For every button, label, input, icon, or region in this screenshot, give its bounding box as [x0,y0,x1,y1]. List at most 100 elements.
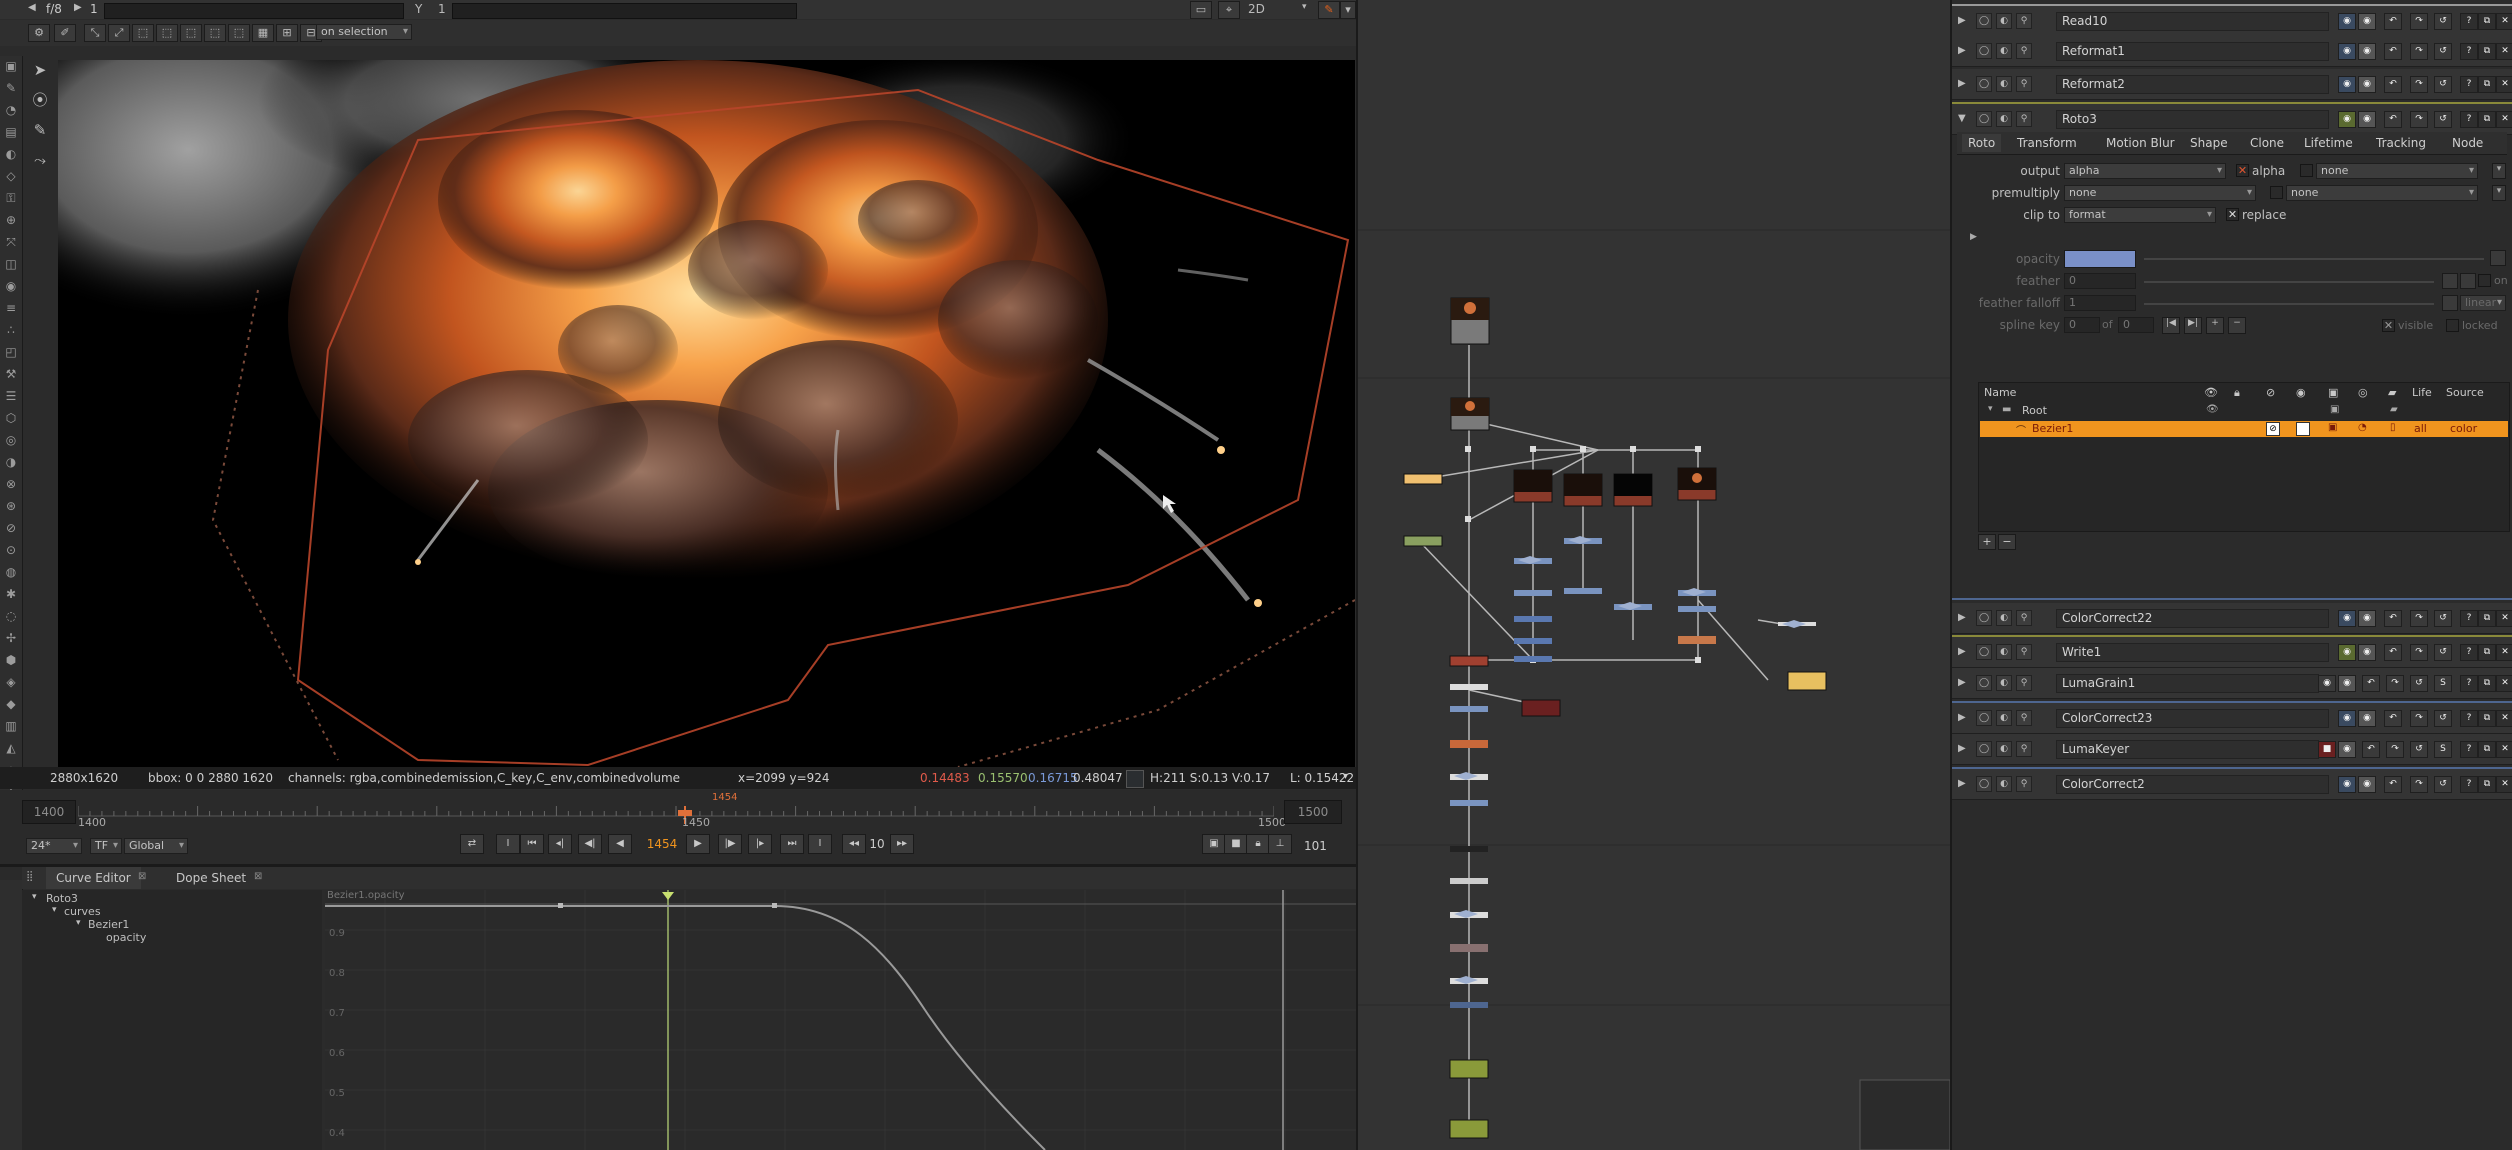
expand-arrow-icon[interactable]: ▼ [1958,113,1966,124]
undo-icon[interactable]: ↶ [2384,644,2402,661]
output-link-icon[interactable]: ▾ [2492,163,2506,179]
float-icon[interactable]: ⧉ [2478,644,2496,661]
info-dropdown-icon[interactable]: ▾ [1343,771,1348,782]
script-icon[interactable]: S [2434,741,2452,758]
proxy-icon[interactable]: ⊥ [1268,834,1292,854]
swatch-icon[interactable]: ◉ [2358,76,2376,93]
redo-icon[interactable]: ↷ [2386,741,2404,758]
help-icon[interactable]: ? [2460,43,2478,60]
roto-tool-8-icon[interactable]: ▦ [252,24,274,42]
redo-icon[interactable]: ↷ [2410,776,2428,793]
tab-tracking[interactable]: Tracking [2376,134,2426,152]
layer-mode-col-icon[interactable]: ◎ [2358,386,2368,399]
feather-anim-icon[interactable] [2442,273,2458,289]
undo-icon[interactable]: ↶ [2384,776,2402,793]
tree-item-bezier1[interactable]: Bezier1 [88,918,129,931]
swatch-icon[interactable]: ◉ [2358,43,2376,60]
swatch-icon[interactable]: ◉ [2338,675,2356,692]
tab-node[interactable]: Node [2452,134,2483,152]
viewer-icon[interactable]: ◉ [2338,13,2356,30]
tab-dope-sheet[interactable]: Dope Sheet [166,867,256,889]
node-row-reformat2[interactable]: ▶ ◯ ◐ ⚲ Reformat2 ◉ ◉ ↶ ↷ ↺ ? ⧉ ✕ [1952,69,2512,100]
viewer-icon[interactable]: ◉ [2318,675,2336,692]
float-panel-icon[interactable]: ◯ [1976,13,1992,29]
float-icon[interactable]: ⧉ [2478,43,2496,60]
node-row-lumakeyer[interactable]: ▶ ◯ ◐ ⚲ LumaKeyer ■ ◉ ↶ ↷ ↺ S ? ⧉ ✕ [1952,734,2512,765]
prev-key-icon[interactable]: |◀ [2162,317,2180,334]
play-backward-icon[interactable]: ◀ [608,834,632,854]
select-tool-icon[interactable]: ➤ [30,60,50,80]
help-icon[interactable]: ? [2460,644,2478,661]
undo-icon[interactable]: ↶ [2362,675,2380,692]
revert-icon[interactable]: ↺ [2410,675,2428,692]
viewer-curve-divider[interactable] [0,864,1356,867]
node-color-icon[interactable]: ◐ [1996,675,2012,691]
redo-icon[interactable]: ↷ [2410,644,2428,661]
viewer-icon[interactable]: ◉ [2338,111,2356,128]
node-graph[interactable] [1358,0,1950,1150]
pin-icon[interactable]: ⚲ [2016,13,2032,29]
end-frame-field[interactable]: 101 [1304,839,1327,853]
skip-to-start-icon[interactable]: ⏮ [520,834,544,854]
image-nodes-icon[interactable]: ▣ [3,58,19,74]
swatch-icon[interactable]: ◉ [2358,776,2376,793]
undo-icon[interactable]: ↶ [2384,13,2402,30]
prev-frame-icon[interactable]: ◀| [578,834,602,854]
viewer-icon[interactable]: ◉ [2338,610,2356,627]
close-icon[interactable]: ✕ [2496,43,2512,60]
float-panel-icon[interactable]: ◯ [1976,43,1992,59]
transform-handle-icon[interactable]: ⌖ [1218,1,1240,19]
script-icon[interactable]: S [2434,675,2452,692]
viewer-lock-icon[interactable]: 🔒︎ [1246,834,1270,854]
bezier-life[interactable]: all [2414,422,2427,435]
skip-to-end-icon[interactable]: ⏭ [780,834,804,854]
bezier-mb-icon[interactable]: ▯ [2390,422,2396,433]
node-row-lumagrain1[interactable]: ▶ ◯ ◐ ⚲ LumaGrain1 ◉ ◉ ↶ ↷ ↺ S ? ⧉ ✕ [1952,668,2512,699]
revert-icon[interactable]: ↺ [2434,13,2452,30]
pin-icon[interactable]: ⚲ [2016,644,2032,660]
node-row-colorcorrect2[interactable]: ▶ ◯ ◐ ⚲ ColorCorrect2 ◉ ◉ ↶ ↷ ↺ ? ⧉ ✕ [1952,767,2512,800]
root-overlay-icon[interactable]: ▣ [2330,404,2339,415]
color-nodes-icon[interactable]: ◐ [3,146,19,162]
redo-icon[interactable]: ↷ [2410,76,2428,93]
close-icon[interactable]: ✕ [2496,710,2512,727]
layer-row-bezier1[interactable]: ⌒ Bezier1 ⊘ ▣ ◔ ▯ all color [1980,421,2508,437]
global-dropdown[interactable]: Global [124,838,188,854]
redo-icon[interactable]: ↷ [2410,13,2428,30]
filter-nodes-icon[interactable]: ◇ [3,168,19,184]
roto-tool-7-icon[interactable]: ⬚ [228,24,250,42]
node-name-field[interactable]: Read10 [2056,12,2329,31]
view-mode-dropdown[interactable]: 2D [1248,2,1265,16]
tree-expand-icon[interactable]: ▾ [32,892,37,902]
none-checkbox[interactable] [2300,164,2313,177]
node-name-field[interactable]: Write1 [2056,643,2329,662]
viewer-nodegraph-divider[interactable] [1356,0,1358,1150]
node-color-icon[interactable]: ◐ [1996,610,2012,626]
y-value[interactable]: 1 [438,2,446,16]
redo-icon[interactable]: ↷ [2386,675,2404,692]
plugin-m-icon[interactable]: ◭ [3,740,19,756]
float-icon[interactable]: ⧉ [2478,13,2496,30]
frame-step-back-icon[interactable]: ◀ [28,2,36,13]
float-panel-icon[interactable]: ◯ [1976,741,1992,757]
float-icon[interactable]: ⧉ [2478,710,2496,727]
feather-tool-icon[interactable]: ⤳ [30,150,50,170]
node-row-read10[interactable]: ▶ ◯ ◐ ⚲ Read10 ◉ ◉ ↶ ↷ ↺ ? ⧉ ✕ [1952,4,2512,37]
collapse-arrow-icon[interactable]: ▶ [1958,78,1966,89]
timeline-ruler[interactable]: 1400 1450 1500 1454 [77,792,1286,830]
keyer-color-swatch[interactable]: ■ [2318,741,2336,758]
node-row-roto3[interactable]: ▼ ◯ ◐ ⚲ Roto3 ◉ ◉ ↶ ↷ ↺ ? ⧉ ✕ [1952,102,2512,135]
timeline-end-field[interactable]: 1500 [1284,800,1342,824]
float-panel-icon[interactable]: ◯ [1976,644,1992,660]
node-name-field[interactable]: Reformat1 [2056,42,2329,61]
merge-nodes-icon[interactable]: ⊕ [3,212,19,228]
close-icon[interactable]: ✕ [2496,111,2512,128]
toolsets-nodes-icon[interactable]: ⚒ [3,366,19,382]
node-name-field[interactable]: ColorCorrect23 [2056,709,2329,728]
metadata-nodes-icon[interactable]: ≡ [3,300,19,316]
revert-icon[interactable]: ↺ [2434,776,2452,793]
help-icon[interactable]: ? [2460,741,2478,758]
stop-icon[interactable]: ■ [1224,834,1248,854]
step-back-icon[interactable]: ◂◂ [842,834,866,854]
remove-key-icon[interactable]: − [2228,317,2246,334]
